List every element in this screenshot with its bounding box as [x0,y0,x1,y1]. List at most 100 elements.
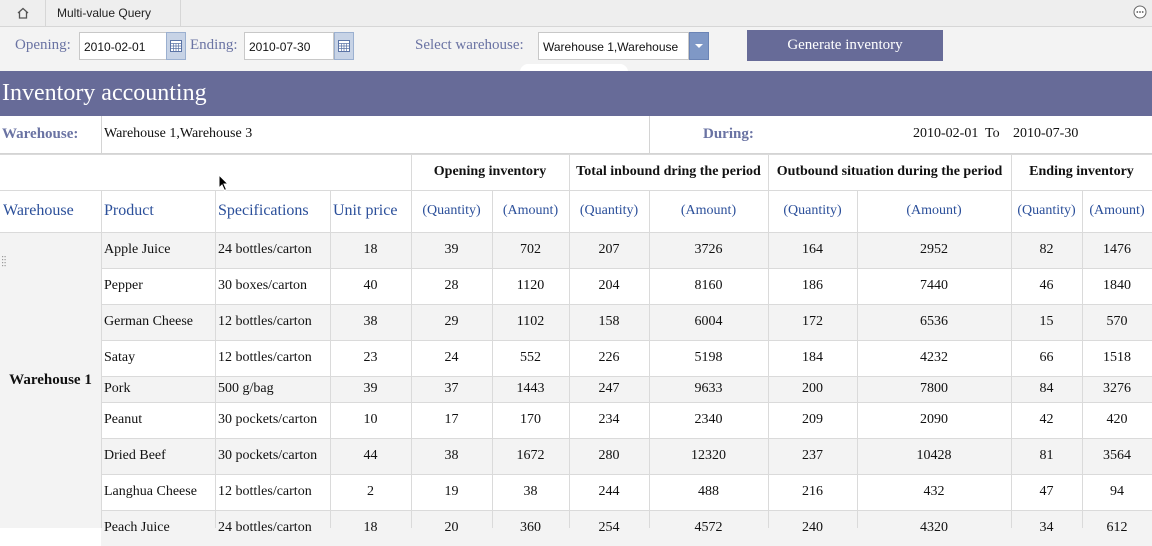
table-cell: 24 [444,350,459,365]
table-cell: 4320 [920,520,948,535]
group-header: Opening inventory [433,164,547,179]
table-cell: 7800 [920,381,948,396]
table-cell: 17 [444,412,459,427]
column-header: Unit price [333,202,398,219]
table-cell: 29 [444,314,459,329]
table-cell: 3726 [694,242,723,257]
column-header: (Quantity) [783,203,842,218]
table-cell: 3276 [1103,381,1131,396]
table-cell: 280 [598,448,620,463]
table-cell: 28 [444,278,459,293]
table-cell: German Cheese [104,314,194,329]
table-cell: Peach Juice [104,520,170,535]
table-cell: 24 bottles/carton [218,242,312,257]
report-title: Inventory accounting [0,71,1152,116]
table-cell: 8160 [694,278,723,293]
table-cell: 81 [1039,448,1054,463]
grid-line [0,232,1152,233]
table-cell: 12 bottles/carton [218,350,312,365]
table-cell: 216 [802,484,823,499]
grid-line [101,376,1152,377]
table-cell: 94 [1110,484,1124,499]
table-cell: 207 [598,242,620,257]
table-cell: 158 [598,314,620,329]
warehouse-info-value: Warehouse 1,Warehouse 3 [104,126,253,141]
home-button[interactable] [0,0,46,26]
table-cell: 420 [1106,412,1128,427]
more-circle-icon[interactable] [1133,5,1147,19]
table-cell: 360 [520,520,541,535]
grid-line [857,190,858,528]
table-cell: 4572 [694,520,723,535]
table-cell: 184 [802,350,823,365]
ending-date-input[interactable]: 2010-07-30 [244,32,334,60]
column-header: Product [104,202,154,219]
table-cell: 2 [367,484,374,499]
table-cell: 164 [802,242,823,257]
table-cell: 1672 [516,448,545,463]
table-cell: 226 [598,350,620,365]
table-cell: 5198 [694,350,723,365]
table-cell: 240 [802,520,823,535]
table-cell: 4232 [920,350,948,365]
table-cell: 12 bottles/carton [218,484,312,499]
grid-line [101,268,1152,269]
table-cell: 234 [598,412,620,427]
query-toolbar: Opening: 2010-02-01 Ending: 2010-07-30 S… [0,27,1152,82]
table-cell: 170 [520,412,541,427]
table-cell: 6004 [694,314,723,329]
grid-line [0,190,1152,191]
drag-handle-icon[interactable] [1,255,7,269]
opening-calendar-button[interactable] [166,32,186,60]
warehouse-dropdown-button[interactable] [689,32,709,60]
table-cell: 38 [363,314,378,329]
report-info-row: Warehouse: Warehouse 1,Warehouse 3 Durin… [0,116,1152,154]
table-cell: 204 [598,278,620,293]
table-cell: 1518 [1103,350,1131,365]
table-cell: 19 [444,484,459,499]
table-cell: 244 [598,484,620,499]
during-to-label: To [985,126,1000,141]
table-cell: 39 [444,242,459,257]
during-from: 2010-02-01 [913,126,979,141]
table-cell: Satay [104,350,136,365]
generate-inventory-button[interactable]: Generate inventory [747,30,943,61]
grid-line [1082,190,1083,528]
table-cell: 3564 [1103,448,1131,463]
column-header: (Quantity) [579,203,639,218]
opening-date-input[interactable]: 2010-02-01 [79,32,167,60]
grid-line [0,154,1152,155]
table-cell: 38 [444,448,459,463]
table-cell: 1476 [1103,242,1131,257]
table-cell: Pepper [104,278,143,293]
group-header: Ending inventory [1029,164,1134,179]
table-cell: 612 [1106,520,1128,535]
warehouse-select[interactable]: Warehouse 1,Warehouse 3 [538,32,689,82]
table-cell: 18 [363,520,378,535]
column-header: Specifications [218,202,309,219]
table-cell: 15 [1039,314,1054,329]
during-to: 2010-07-30 [1013,126,1079,141]
grid-line [215,190,216,528]
column-header: (Amount) [680,203,737,218]
table-cell: 702 [520,242,541,257]
table-cell: 39 [363,381,378,396]
table-cell: 237 [802,448,823,463]
table-cell: Langhua Cheese [104,484,197,499]
table-cell: 40 [363,278,378,293]
group-header: Outbound situation during the period [776,164,1003,179]
calendar-icon [338,40,350,52]
table-cell: 570 [1106,314,1128,329]
calendar-icon [170,40,182,52]
grid-line [1011,154,1012,528]
table-cell: 9633 [694,381,723,396]
ending-calendar-button[interactable] [334,32,354,60]
table-cell: 66 [1039,350,1054,365]
tab-multi-value-query[interactable]: Multi-value Query [45,0,181,26]
table-cell: 186 [802,278,823,293]
table-cell: 12 bottles/carton [218,314,312,329]
tab-bar: Multi-value Query [0,0,1152,27]
column-header: (Amount) [906,203,962,218]
table-cell: 172 [802,314,823,329]
grid-line [569,154,570,528]
